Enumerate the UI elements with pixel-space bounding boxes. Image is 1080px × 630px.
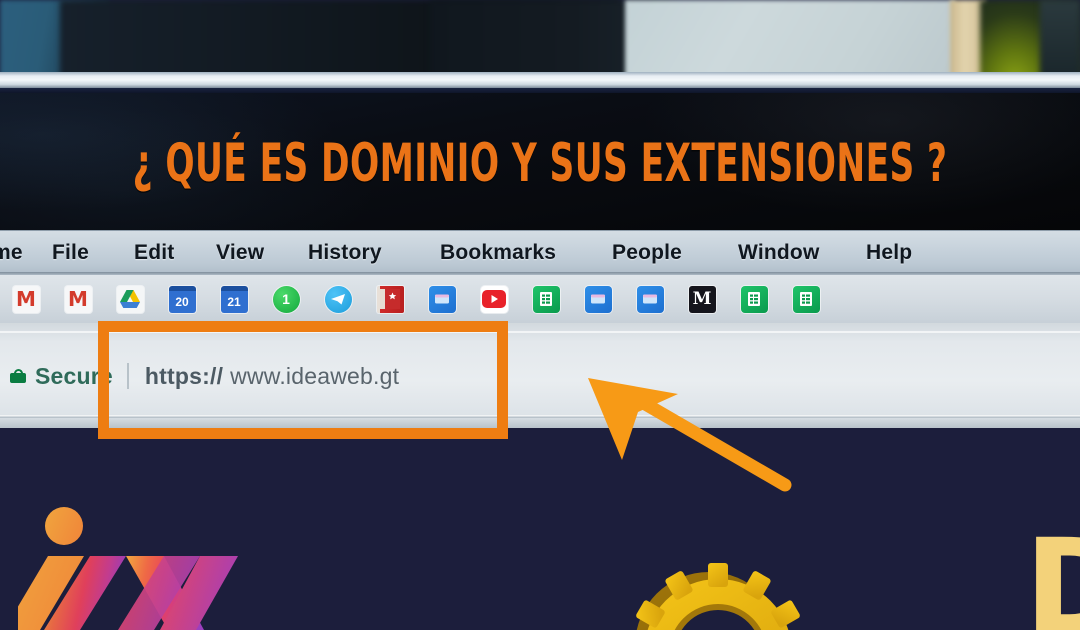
bookmark-item[interactable]: M bbox=[52, 276, 104, 322]
bookmarks-bar: M M 20 21 1 M bbox=[0, 275, 1080, 323]
bookmark-item[interactable] bbox=[364, 276, 416, 322]
gmail-icon: M bbox=[12, 285, 40, 313]
ideaweb-iw-logo bbox=[18, 507, 238, 630]
photo-light-wall bbox=[625, 0, 955, 78]
menu-window[interactable]: Window bbox=[738, 241, 820, 265]
youtube-icon bbox=[480, 285, 508, 313]
red-book-icon bbox=[376, 285, 404, 313]
bookmark-item[interactable] bbox=[416, 276, 468, 322]
bookmark-item[interactable]: 21 bbox=[208, 276, 260, 322]
telegram-icon bbox=[324, 285, 352, 313]
url-highlight-rectangle bbox=[98, 321, 508, 439]
medium-icon: M bbox=[688, 285, 716, 313]
screenshot-canvas: ¿ QUÉ ES DOMINIO Y SUS EXTENSIONES ? me F… bbox=[0, 0, 1080, 630]
green-badge-icon: 1 bbox=[272, 285, 300, 313]
google-sheets-icon bbox=[532, 285, 560, 313]
bookmark-item[interactable]: 20 bbox=[156, 276, 208, 322]
bookmark-item[interactable] bbox=[728, 276, 780, 322]
blue-doc-icon bbox=[636, 285, 664, 313]
bookmark-item[interactable] bbox=[572, 276, 624, 322]
photo-dark-edge bbox=[1040, 0, 1080, 78]
calendar-icon: 20 bbox=[168, 285, 196, 313]
laptop-top-bezel bbox=[0, 72, 1080, 88]
menu-bookmarks[interactable]: Bookmarks bbox=[440, 241, 556, 265]
bookmark-item[interactable] bbox=[520, 276, 572, 322]
lock-icon bbox=[10, 369, 26, 383]
menu-people[interactable]: People bbox=[612, 241, 682, 265]
menu-view[interactable]: View bbox=[216, 241, 264, 265]
menu-file[interactable]: File bbox=[52, 241, 89, 265]
bookmark-item[interactable]: M bbox=[0, 276, 52, 322]
blue-doc-icon bbox=[584, 285, 612, 313]
background-photo bbox=[0, 0, 1080, 78]
gmail-icon: M bbox=[64, 285, 92, 313]
calendar-icon: 21 bbox=[220, 285, 248, 313]
google-drive-icon bbox=[116, 285, 144, 313]
google-sheets-icon bbox=[792, 285, 820, 313]
menu-chrome-truncated[interactable]: me bbox=[0, 241, 23, 265]
gear-icon bbox=[636, 563, 800, 630]
partial-letter-d: D bbox=[1024, 533, 1080, 630]
bookmark-item[interactable] bbox=[624, 276, 676, 322]
browser-menu-bar: me File Edit View History Bookmarks People Wind… bbox=[0, 230, 1080, 275]
bookmark-item[interactable] bbox=[104, 276, 156, 322]
menu-edit[interactable]: Edit bbox=[134, 241, 174, 265]
bookmark-item[interactable]: 1 bbox=[260, 276, 312, 322]
bookmark-item[interactable] bbox=[312, 276, 364, 322]
bookmark-item[interactable] bbox=[468, 276, 520, 322]
google-sheets-icon bbox=[740, 285, 768, 313]
arrow-pointing-up-left-icon bbox=[588, 378, 792, 492]
menu-history[interactable]: History bbox=[308, 241, 382, 265]
page-title: ¿ QUÉ ES DOMINIO Y SUS EXTENSIONES ? bbox=[132, 133, 948, 195]
blue-doc-icon bbox=[428, 285, 456, 313]
bookmark-item[interactable]: M bbox=[676, 276, 728, 322]
bookmark-item[interactable] bbox=[780, 276, 832, 322]
menu-help[interactable]: Help bbox=[866, 241, 912, 265]
